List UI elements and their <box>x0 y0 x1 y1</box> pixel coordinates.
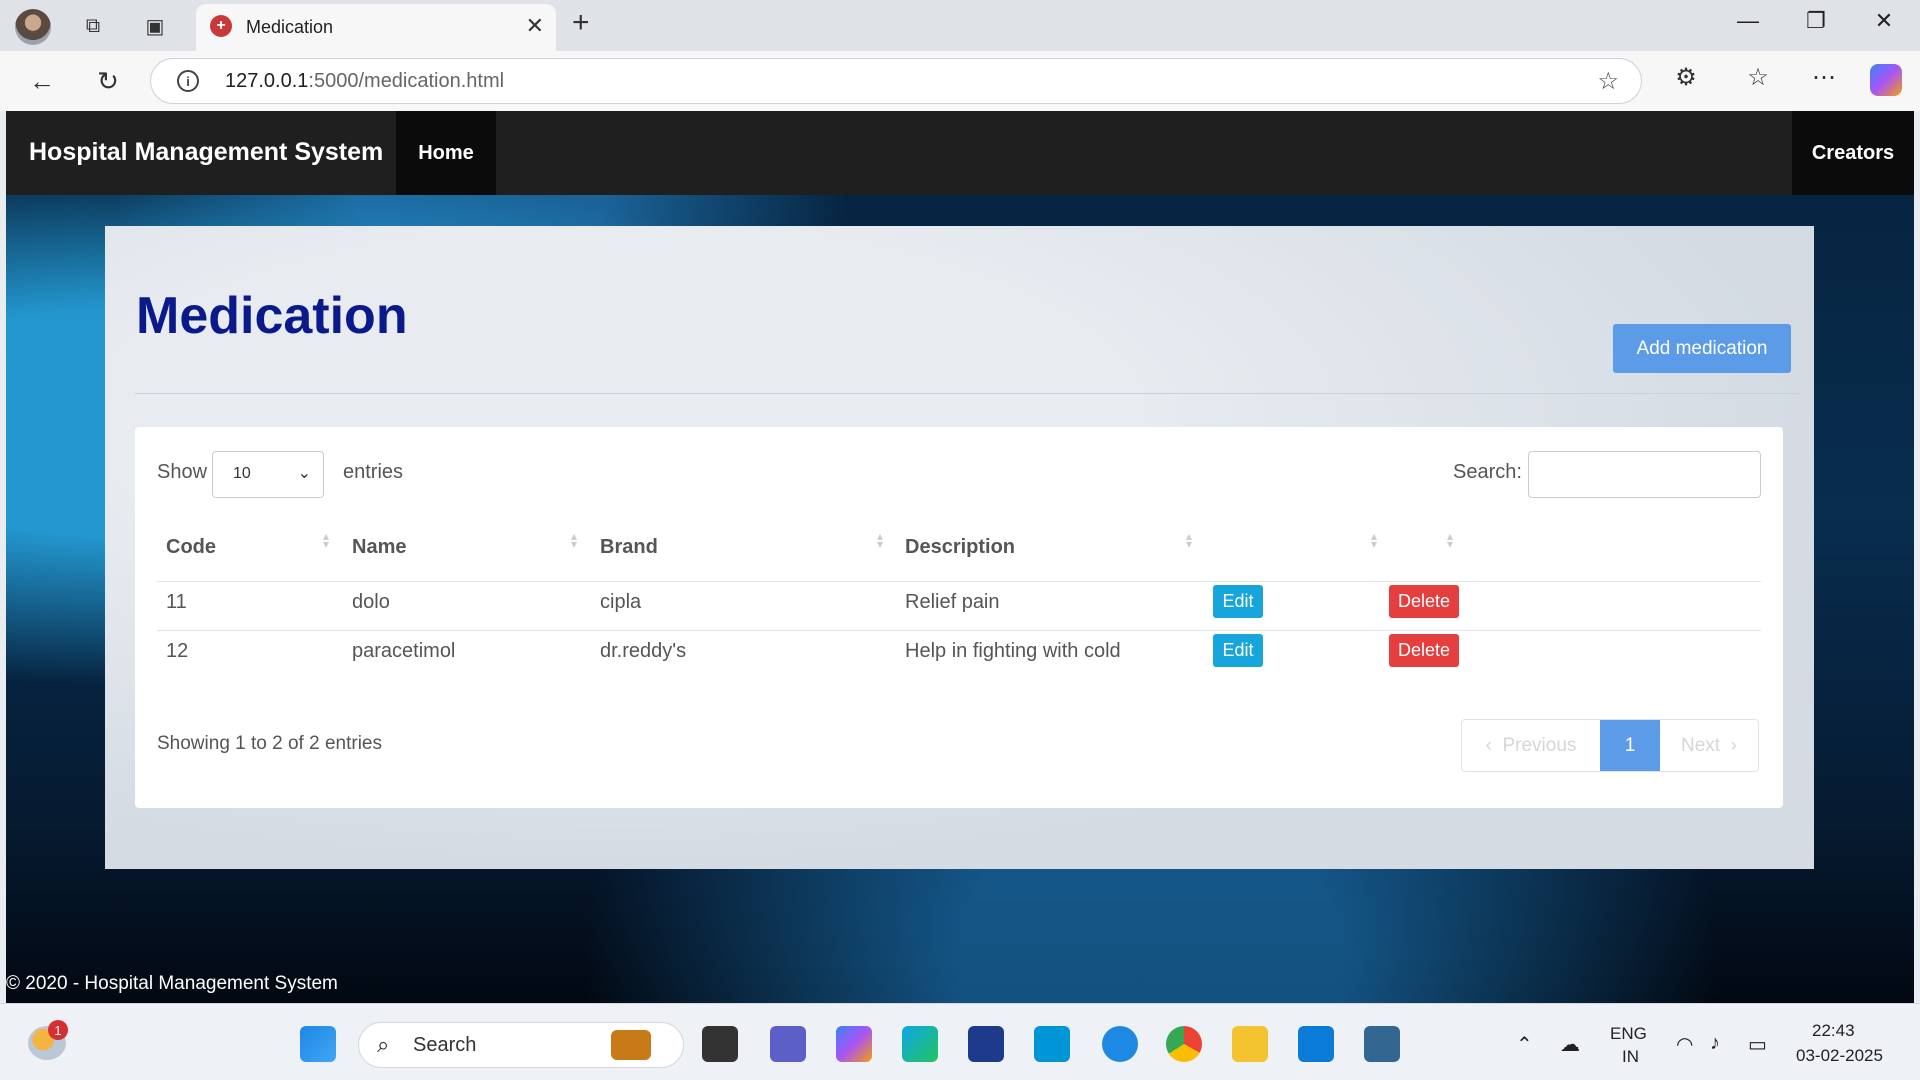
column-header-description[interactable]: Description <box>905 536 1015 559</box>
windows-taskbar: 1 ⌕ Search ⌃ ☁ ENG IN ◠ ♪ ▭ 22:43 03-02-… <box>0 1003 1920 1080</box>
cell-description: Help in fighting with cold <box>905 640 1121 662</box>
page-length-select[interactable]: 10 ⌄ <box>212 451 324 498</box>
page-title: Medication <box>136 287 408 345</box>
close-window-button[interactable]: ✕ <box>1854 8 1914 34</box>
chevron-down-icon: ⌄ <box>297 465 311 482</box>
favorites-icon[interactable]: ☆ <box>1738 63 1778 92</box>
new-tab-button[interactable]: + <box>572 6 590 40</box>
chrome-icon[interactable] <box>1166 1026 1202 1062</box>
delete-button[interactable]: Delete <box>1389 634 1459 667</box>
cell-code: 12 <box>166 640 189 662</box>
pagination-next[interactable]: Next › <box>1660 720 1758 771</box>
onedrive-icon[interactable]: ☁ <box>1560 1032 1580 1057</box>
page-length-value: 10 <box>233 465 251 482</box>
pagination: ‹ Previous 1 Next › <box>1461 719 1759 772</box>
clock-time[interactable]: 22:43 <box>1812 1021 1855 1041</box>
cell-code: 11 <box>166 591 187 613</box>
medication-table-card: Show 10 ⌄ entries Search: Code ▴ ▾ Name ▴… <box>135 427 1783 808</box>
file-explorer-icon[interactable] <box>1232 1026 1268 1062</box>
copilot-icon[interactable] <box>1870 64 1902 96</box>
task-view-icon[interactable] <box>702 1026 738 1062</box>
divider <box>135 393 1801 394</box>
myhp-icon[interactable] <box>1034 1026 1070 1062</box>
taskbar-search[interactable]: ⌕ Search <box>358 1022 684 1068</box>
pagination-previous[interactable]: ‹ Previous <box>1462 720 1600 771</box>
teams-icon[interactable] <box>770 1026 806 1062</box>
edit-button[interactable]: Edit <box>1213 585 1263 618</box>
nav-home-link[interactable]: Home <box>396 111 496 195</box>
tab-favicon-icon: + <box>210 15 232 37</box>
page-viewport: Hospital Management System Home Creators… <box>6 111 1914 1003</box>
sort-icon[interactable]: ▴ ▾ <box>877 530 883 550</box>
info-icon[interactable]: i <box>177 70 199 92</box>
region-indicator: IN <box>1622 1047 1639 1066</box>
help-icon[interactable] <box>1102 1026 1138 1062</box>
cell-name: dolo <box>352 591 390 613</box>
add-medication-button[interactable]: Add medication <box>1613 324 1791 373</box>
cell-brand: cipla <box>600 591 642 613</box>
content-panel: Medication Add medication Show 10 ⌄ entr… <box>105 226 1814 869</box>
column-header-code[interactable]: Code <box>166 536 216 559</box>
collections-icon[interactable]: ⧉ <box>75 8 111 44</box>
entries-label: entries <box>343 461 404 483</box>
sort-icon[interactable]: ▴ ▾ <box>571 530 577 550</box>
cell-brand: dr.reddy's <box>600 640 687 662</box>
sort-icon[interactable]: ▴ ▾ <box>1371 530 1377 550</box>
minimize-button[interactable]: — <box>1718 8 1778 34</box>
vscode-icon[interactable] <box>1298 1026 1334 1062</box>
active-tab[interactable]: + Medication ✕ <box>196 4 556 51</box>
back-arrow-icon[interactable]: ← <box>22 63 62 99</box>
table-search-input[interactable] <box>1528 451 1761 498</box>
table-info: Showing 1 to 2 of 2 entries <box>157 733 382 754</box>
postgres-icon[interactable] <box>1364 1026 1400 1062</box>
wifi-icon[interactable]: ◠ <box>1676 1032 1693 1057</box>
sort-icon[interactable]: ▴ ▾ <box>1186 530 1192 550</box>
address-bar-row: ← ↻ i 127.0.0.1:5000/medication.html ☆ ⚙… <box>0 51 1920 111</box>
top-navbar: Hospital Management System Home Creators <box>6 111 1914 195</box>
cell-name: paracetimol <box>352 640 456 662</box>
favorite-star-icon[interactable]: ☆ <box>1597 67 1619 96</box>
browser-tab-bar: ⧉ ▣ + Medication ✕ + — ❐ ✕ <box>0 0 1920 51</box>
column-header-brand[interactable]: Brand <box>600 536 658 559</box>
nav-creators-link[interactable]: Creators <box>1792 111 1914 195</box>
extensions-icon[interactable]: ⚙ <box>1666 63 1706 92</box>
url-field[interactable]: i 127.0.0.1:5000/medication.html ☆ <box>150 58 1642 104</box>
search-icon: ⌕ <box>377 1032 390 1057</box>
edge-icon[interactable] <box>902 1026 938 1062</box>
row-divider <box>157 581 1761 582</box>
edit-button[interactable]: Edit <box>1213 634 1263 667</box>
sort-icon[interactable]: ▴ ▾ <box>1447 530 1453 550</box>
pagination-page-1[interactable]: 1 <box>1600 720 1660 771</box>
sort-icon[interactable]: ▴ ▾ <box>323 530 329 550</box>
search-highlight-icon <box>611 1030 651 1060</box>
show-label: Show <box>157 461 208 483</box>
windows-start-icon[interactable] <box>300 1026 336 1062</box>
battery-icon[interactable]: ▭ <box>1748 1032 1767 1057</box>
clock-date[interactable]: 03-02-2025 <box>1796 1046 1883 1066</box>
profile-avatar[interactable] <box>15 9 51 45</box>
cell-description: Relief pain <box>905 591 1000 613</box>
notification-badge: 1 <box>48 1020 68 1040</box>
language-indicator[interactable]: ENG <box>1610 1024 1647 1044</box>
column-header-name[interactable]: Name <box>352 536 406 559</box>
delete-button[interactable]: Delete <box>1389 585 1459 618</box>
navbar-brand[interactable]: Hospital Management System <box>29 138 383 167</box>
search-label: Search: <box>1453 461 1522 483</box>
url-text: 127.0.0.1:5000/medication.html <box>225 70 505 92</box>
more-icon[interactable]: ⋯ <box>1804 63 1844 92</box>
tab-close-button[interactable]: ✕ <box>526 13 544 39</box>
volume-icon[interactable]: ♪ <box>1710 1032 1720 1055</box>
taskbar-search-label: Search <box>413 1034 477 1056</box>
row-divider <box>157 630 1761 631</box>
copilot-app-icon[interactable] <box>836 1026 872 1062</box>
tab-actions-icon[interactable]: ▣ <box>137 8 173 44</box>
refresh-icon[interactable]: ↻ <box>88 63 128 99</box>
chevron-up-icon[interactable]: ⌃ <box>1516 1032 1533 1057</box>
restore-button[interactable]: ❐ <box>1786 8 1846 34</box>
tab-title: Medication <box>246 17 334 37</box>
footer-text: © 2020 - Hospital Management System <box>6 973 338 994</box>
store-icon[interactable] <box>968 1026 1004 1062</box>
